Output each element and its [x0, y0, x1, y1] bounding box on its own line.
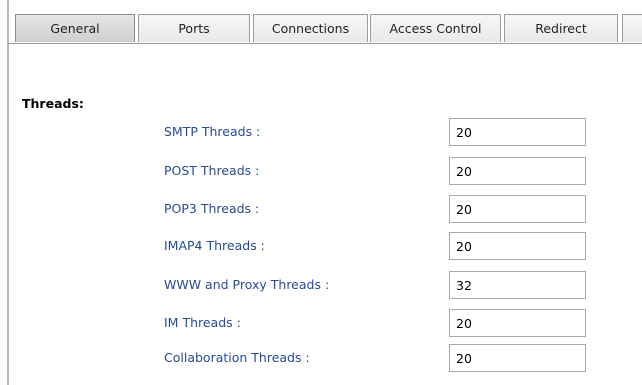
imap4-threads-input[interactable] [449, 232, 586, 260]
settings-panel: General Ports Connections Access Control… [0, 0, 642, 385]
tab-connections-label: Connections [271, 21, 350, 36]
collaboration-threads-label: Collaboration Threads : [164, 350, 310, 365]
tab-connections[interactable]: Connections [253, 14, 368, 42]
im-threads-input[interactable] [449, 309, 586, 337]
www-proxy-threads-label: WWW and Proxy Threads : [164, 277, 330, 292]
tab-general[interactable]: General [15, 14, 135, 42]
tab-redirect[interactable]: Redirect [504, 14, 618, 42]
im-threads-label: IM Threads : [164, 315, 241, 330]
tab-overflow[interactable] [622, 14, 642, 42]
smtp-threads-label: SMTP Threads : [164, 124, 261, 139]
tab-redirect-label: Redirect [535, 21, 587, 36]
pop3-threads-input[interactable] [449, 195, 586, 223]
post-threads-label: POST Threads : [164, 163, 260, 178]
imap4-threads-label: IMAP4 Threads : [164, 238, 265, 253]
tab-ports-label: Ports [178, 21, 210, 36]
smtp-threads-input[interactable] [449, 118, 586, 146]
tab-bar-divider [8, 43, 642, 44]
section-title-threads: Threads: [22, 96, 84, 111]
pop3-threads-label: POP3 Threads : [164, 201, 260, 216]
panel-left-border [7, 0, 9, 385]
collaboration-threads-input[interactable] [449, 344, 586, 372]
tab-bar: General Ports Connections Access Control… [0, 0, 642, 44]
tab-ports[interactable]: Ports [138, 14, 250, 42]
post-threads-input[interactable] [449, 157, 586, 185]
tab-access-control-label: Access Control [389, 21, 482, 36]
tab-access-control[interactable]: Access Control [370, 14, 501, 42]
www-proxy-threads-input[interactable] [449, 271, 586, 299]
tab-general-label: General [50, 21, 100, 36]
